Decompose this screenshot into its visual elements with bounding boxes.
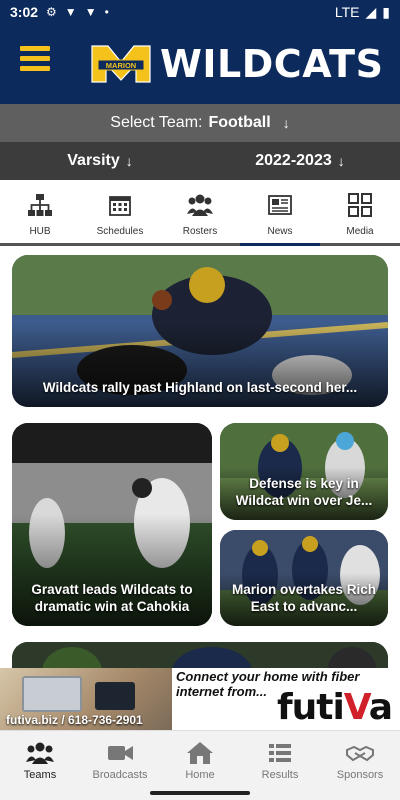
gesture-bar xyxy=(0,786,400,800)
arrow-down-icon: ↓ xyxy=(125,153,133,169)
app-title: WILDCATS xyxy=(160,42,384,86)
sponsor-ad-banner[interactable]: futiva.biz / 618-736-2901 Connect your h… xyxy=(0,668,400,730)
calendar-icon xyxy=(109,196,131,216)
news-card[interactable]: Marion overtakes Rich East to advanc... xyxy=(220,530,388,626)
status-time: 3:02 xyxy=(10,4,39,20)
tab-hub-label: HUB xyxy=(29,226,51,237)
menu-icon[interactable] xyxy=(20,46,50,74)
hierarchy-icon xyxy=(28,194,52,216)
tab-media-label: Media xyxy=(346,226,374,237)
shirt-status-icon: ▼ xyxy=(64,5,77,19)
nav-broadcasts[interactable]: Broadcasts xyxy=(80,731,160,786)
level-selector[interactable]: Varsity ↓ xyxy=(0,152,200,170)
news-card[interactable] xyxy=(12,642,388,668)
nav-broadcasts-label: Broadcasts xyxy=(92,769,148,781)
shirt-status-icon-2: ▼ xyxy=(84,5,97,19)
tab-hub[interactable]: HUB xyxy=(0,180,80,243)
nav-teams[interactable]: Teams xyxy=(0,731,80,786)
season-selector[interactable]: 2022-2023 ↓ xyxy=(200,152,400,170)
nav-results-label: Results xyxy=(261,769,299,781)
season-value: 2022-2023 xyxy=(255,152,332,169)
tab-news-label: News xyxy=(267,226,293,237)
status-bar: 3:02 ⚙ ▼ ▼ • LTE ◢ ▮ xyxy=(0,0,400,24)
football-photo xyxy=(12,642,388,668)
news-card-title: Defense is key in Wildcat win over Je... xyxy=(235,476,373,509)
tab-schedules[interactable]: Schedules xyxy=(80,180,160,243)
team-selector-value: Football xyxy=(208,114,271,131)
news-card[interactable]: Wildcats rally past Highland on last-sec… xyxy=(12,255,388,407)
settings-status-icon: ⚙ xyxy=(46,5,57,19)
people-icon xyxy=(187,194,213,216)
level-value: Varsity xyxy=(67,152,120,169)
news-card-title: Gravatt leads Wildcats to dramatic win a… xyxy=(31,582,193,615)
battery-icon: ▮ xyxy=(382,3,390,20)
tablet-image xyxy=(95,682,135,710)
bottom-navigation: Teams Broadcasts Home Results Sponsors xyxy=(0,730,400,786)
news-card[interactable]: Gravatt leads Wildcats to dramatic win a… xyxy=(12,423,212,626)
laptop-image xyxy=(22,676,82,712)
news-card[interactable]: Defense is key in Wildcat win over Je... xyxy=(220,423,388,520)
list-icon xyxy=(269,744,291,762)
nav-results[interactable]: Results xyxy=(240,731,320,786)
video-camera-icon xyxy=(108,746,133,760)
logo-school-text: MARION xyxy=(106,61,136,70)
nav-home[interactable]: Home xyxy=(160,731,240,786)
app-header: MARION WILDCATS xyxy=(0,24,400,104)
teams-icon xyxy=(26,742,54,764)
signal-icon: ◢ xyxy=(365,3,377,20)
tab-schedules-label: Schedules xyxy=(96,226,144,237)
nav-home-label: Home xyxy=(185,769,215,781)
grid-icon xyxy=(348,193,372,217)
tab-media[interactable]: Media xyxy=(320,180,400,243)
handshake-icon xyxy=(346,745,374,762)
futiva-logo: futiVa xyxy=(276,687,393,728)
tab-rosters[interactable]: Rosters xyxy=(160,180,240,243)
nav-teams-label: Teams xyxy=(23,769,57,781)
team-selector-label: Select Team: xyxy=(110,114,203,131)
ad-photo: futiva.biz / 618-736-2901 xyxy=(0,668,172,730)
arrow-down-icon: ↓ xyxy=(282,115,290,131)
ad-contact: futiva.biz / 618-736-2901 xyxy=(6,713,143,727)
news-card-title: Wildcats rally past Highland on last-sec… xyxy=(42,380,358,396)
tab-news[interactable]: News xyxy=(240,180,320,246)
section-tabs: HUB Schedules Rosters News Media xyxy=(0,180,400,246)
team-selector[interactable]: Select Team: Football ↓ xyxy=(0,104,400,142)
marion-logo-icon: MARION xyxy=(91,45,151,83)
news-feed[interactable]: Wildcats rally past Highland on last-sec… xyxy=(0,249,400,668)
nav-sponsors[interactable]: Sponsors xyxy=(320,731,400,786)
news-card-title: Marion overtakes Rich East to advanc... xyxy=(231,582,377,615)
network-label: LTE xyxy=(334,4,360,20)
tab-rosters-label: Rosters xyxy=(182,226,218,237)
dot-status-icon: • xyxy=(104,5,109,19)
arrow-down-icon: ↓ xyxy=(337,153,345,169)
nav-sponsors-label: Sponsors xyxy=(336,769,384,781)
home-icon xyxy=(187,742,213,764)
level-season-row: Varsity ↓ 2022-2023 ↓ xyxy=(0,142,400,180)
newspaper-icon xyxy=(268,195,292,215)
